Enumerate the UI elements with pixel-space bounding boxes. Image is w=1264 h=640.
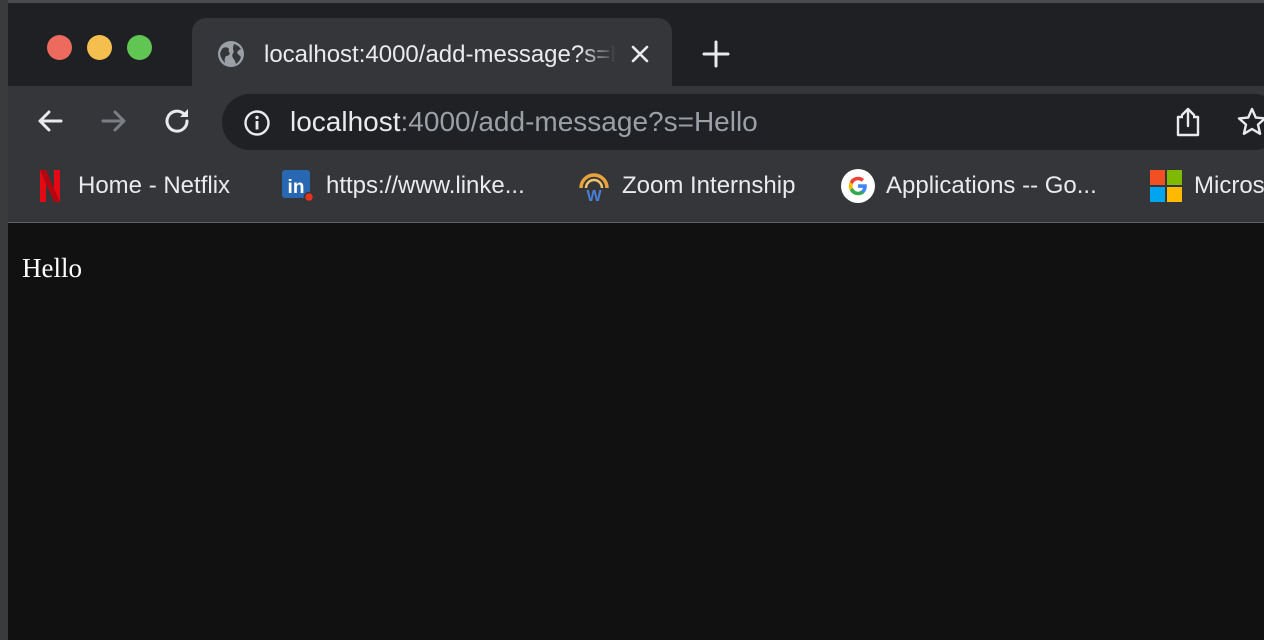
- bookmark-google[interactable]: Applications -- Go...: [840, 168, 1140, 204]
- tab-title: localhost:4000/add-message?s=Hello: [264, 41, 616, 68]
- bookmark-label: Applications -- Go...: [886, 172, 1097, 199]
- active-tab[interactable]: localhost:4000/add-message?s=Hello: [192, 18, 672, 89]
- desktop-edge: [0, 0, 8, 640]
- new-tab-plus-icon[interactable]: [700, 38, 732, 70]
- address-bar[interactable]: localhost:4000/add-message?s=Hello: [222, 94, 1264, 150]
- reload-icon[interactable]: [162, 105, 194, 137]
- url-text[interactable]: localhost:4000/add-message?s=Hello: [290, 106, 758, 138]
- page-message: Hello: [22, 253, 82, 283]
- svg-text:in: in: [288, 177, 305, 198]
- forward-arrow-icon[interactable]: [98, 105, 130, 137]
- linkedin-icon: in: [282, 170, 315, 203]
- bookmark-zoom[interactable]: W Zoom Internship: [576, 168, 826, 204]
- bookmark-star-icon[interactable]: [1236, 106, 1264, 138]
- bookmark-linkedin[interactable]: in https://www.linke...: [280, 168, 560, 204]
- page-content: Hello: [8, 224, 1264, 640]
- share-icon[interactable]: [1174, 106, 1202, 138]
- bookmark-label: Micros: [1194, 172, 1264, 199]
- toolbar: localhost:4000/add-message?s=Hello: [8, 86, 1264, 156]
- bookmark-label: Zoom Internship: [622, 172, 796, 199]
- bookmark-label: Home - Netflix: [78, 172, 231, 199]
- tab-strip: localhost:4000/add-message?s=Hello: [8, 0, 1264, 89]
- maximize-window-button[interactable]: [127, 35, 152, 60]
- bookmark-microsoft[interactable]: Micros: [1148, 168, 1264, 204]
- netflix-icon: [40, 170, 60, 202]
- info-icon[interactable]: [242, 108, 272, 138]
- url-path: :4000/add-message?s=Hello: [400, 106, 758, 137]
- bookmarks-bar: Home - Netflix in https://www.linke... W…: [8, 156, 1264, 223]
- bookmark-label: https://www.linke...: [326, 172, 525, 199]
- back-arrow-icon[interactable]: [34, 105, 66, 137]
- zoom-icon: W: [579, 173, 609, 204]
- close-window-button[interactable]: [47, 35, 72, 60]
- close-icon[interactable]: [628, 42, 652, 66]
- globe-icon: [218, 41, 244, 67]
- google-icon: [841, 169, 875, 203]
- svg-text:W: W: [586, 188, 602, 204]
- bookmark-netflix[interactable]: Home - Netflix: [32, 168, 262, 204]
- microsoft-icon: [1150, 170, 1182, 202]
- minimize-window-button[interactable]: [87, 35, 112, 60]
- browser-window: localhost:4000/add-message?s=Hello: [8, 0, 1264, 640]
- url-host: localhost: [290, 106, 401, 137]
